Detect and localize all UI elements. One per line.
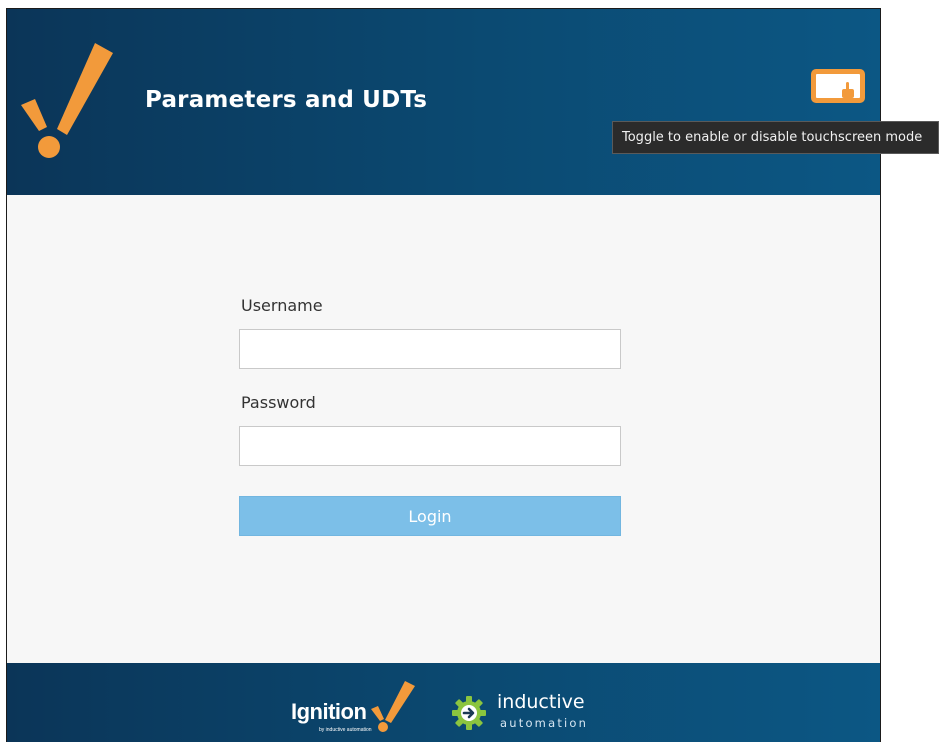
touchscreen-toggle-icon — [811, 69, 865, 103]
page-title: Parameters and UDTs — [145, 87, 428, 113]
inductive-wordmark: inductive — [497, 691, 585, 713]
login-panel: Username Password Login — [7, 195, 880, 663]
inductive-automation-gear-icon — [452, 696, 486, 730]
app-window: Parameters and UDTs Username Password Lo… — [6, 8, 881, 742]
username-label: Username — [241, 296, 323, 315]
ignition-exclamation-icon — [371, 681, 415, 732]
login-button[interactable]: Login — [239, 496, 621, 536]
ignition-wordmark: Ignition — [291, 699, 367, 724]
password-input[interactable] — [239, 426, 621, 466]
password-label: Password — [241, 393, 316, 412]
footer-bar: Ignition by inductive automation inducti… — [7, 663, 880, 742]
automation-wordmark: automation — [500, 716, 589, 730]
username-input[interactable] — [239, 329, 621, 369]
ignition-subtext: by inductive automation — [319, 727, 372, 733]
touchscreen-toggle-button[interactable] — [809, 67, 867, 105]
touchscreen-tooltip: Toggle to enable or disable touchscreen … — [612, 121, 939, 154]
ignition-logo-icon — [21, 43, 113, 158]
header-bar: Parameters and UDTs — [7, 9, 880, 195]
